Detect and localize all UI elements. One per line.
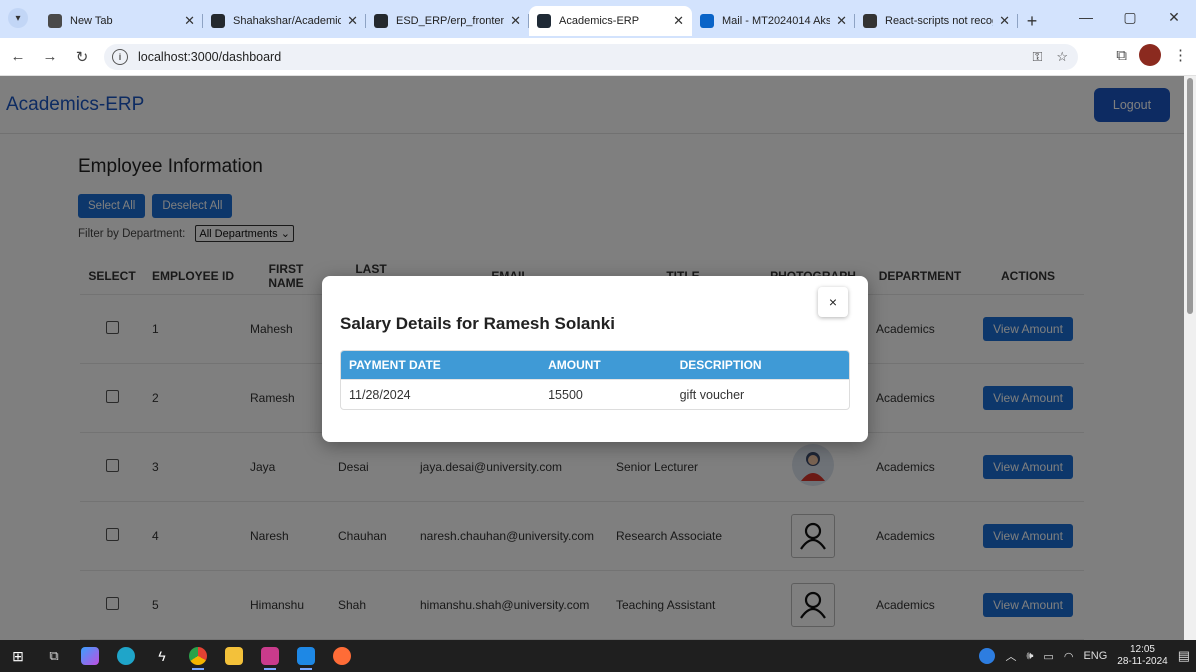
tab-close-icon[interactable]: ✕ — [999, 13, 1010, 29]
copilot-icon[interactable] — [72, 640, 108, 672]
battery-icon[interactable]: ▭ — [1043, 650, 1053, 663]
tray-chevron-icon[interactable]: ︿ — [1005, 648, 1016, 664]
language-indicator[interactable]: ENG — [1083, 650, 1107, 662]
amount-cell: 15500 — [540, 379, 672, 409]
tab-title: Mail - MT2024014 Aksh — [722, 15, 831, 27]
volume-icon[interactable]: 🕪 — [1026, 650, 1033, 663]
tab-close-icon[interactable]: ✕ — [673, 13, 684, 29]
tab-title: Academics-ERP — [559, 15, 640, 27]
browser-tab[interactable]: React-scripts not recogn ✕ — [855, 6, 1018, 36]
chrome-icon — [48, 14, 62, 28]
back-icon[interactable]: ← — [4, 43, 32, 71]
tab-title: React-scripts not recogn — [885, 15, 994, 27]
postman-icon[interactable] — [324, 640, 360, 672]
vscode-icon[interactable] — [288, 640, 324, 672]
salary-column-header: PAYMENT DATE — [341, 351, 541, 379]
tab-title: ESD_ERP/erp_frontend/s — [396, 15, 505, 27]
description-cell: gift voucher — [671, 379, 849, 409]
extensions-icon[interactable]: ⧉ — [1116, 47, 1127, 64]
help-icon[interactable] — [979, 648, 996, 664]
intellij-icon[interactable] — [252, 640, 288, 672]
modal-close-button[interactable]: × — [818, 287, 848, 317]
salary-table: PAYMENT DATE AMOUNT DESCRIPTION 11/28/2024… — [340, 350, 850, 410]
clock[interactable]: 12:05 28-11-2024 — [1117, 644, 1167, 668]
windows-start-icon[interactable]: ⊞ — [0, 640, 36, 672]
system-tray: ︿ 🕪 ▭ ◠ ENG 12:05 28-11-2024 ▤ — [979, 640, 1190, 672]
key-icon[interactable]: ⚿ — [1032, 49, 1042, 65]
openai-icon — [863, 14, 877, 28]
edge-icon[interactable] — [108, 640, 144, 672]
clock-time: 12:05 — [1129, 644, 1155, 655]
close-window-icon[interactable]: ✕ — [1152, 0, 1196, 34]
browser-toolbar: ← → ↻ i localhost:3000/dashboard ⚿ ☆ ⧉ ⋮ — [0, 38, 1196, 76]
file-explorer-icon[interactable] — [216, 640, 252, 672]
reload-icon[interactable]: ↻ — [68, 43, 96, 71]
site-info-icon[interactable]: i — [112, 49, 128, 65]
salary-row: 11/28/2024 15500 gift voucher — [341, 379, 849, 409]
browser-tab[interactable]: Academics-ERP ✕ — [529, 6, 692, 36]
outlook-icon — [700, 14, 714, 28]
menu-kebab-icon[interactable]: ⋮ — [1173, 46, 1188, 64]
salary-modal: × Salary Details for Ramesh Solanki PAYM… — [322, 276, 868, 442]
url-text: localhost:3000/dashboard — [138, 50, 282, 64]
salary-column-header: DESCRIPTION — [671, 351, 849, 379]
tab-title: Shahakshar/Academics- — [233, 15, 342, 27]
payment-date-cell: 11/28/2024 — [341, 379, 541, 409]
scrollbar-thumb[interactable] — [1187, 78, 1193, 314]
browser-tab[interactable]: ESD_ERP/erp_frontend/s ✕ — [366, 6, 529, 36]
new-tab-button[interactable]: + — [1018, 6, 1046, 36]
react-icon — [537, 14, 551, 28]
tab-close-icon[interactable]: ✕ — [836, 13, 847, 29]
windows-taskbar: ⊞ ⧉ ϟ ︿ 🕪 ▭ ◠ ENG 12:05 28-11-2024 ▤ — [0, 640, 1196, 672]
salary-column-header: AMOUNT — [540, 351, 672, 379]
bookmark-star-icon[interactable]: ☆ — [1056, 49, 1068, 65]
browser-tab[interactable]: Shahakshar/Academics- ✕ — [203, 6, 366, 36]
clock-date: 28-11-2024 — [1117, 656, 1168, 667]
task-view-icon[interactable]: ⧉ — [36, 640, 72, 672]
address-bar[interactable]: i localhost:3000/dashboard ⚿ ☆ — [104, 44, 1078, 70]
tab-separator — [1017, 14, 1018, 28]
github-icon — [211, 14, 225, 28]
profile-avatar[interactable] — [1139, 44, 1161, 66]
browser-tabstrip: ▾ New Tab ✕ Shahakshar/Academics- ✕ ESD_ERP/… — [0, 0, 1196, 38]
tab-search-icon[interactable]: ▾ — [8, 8, 28, 28]
tab-close-icon[interactable]: ✕ — [184, 13, 195, 29]
chrome-taskbar-icon[interactable] — [180, 640, 216, 672]
browser-tab[interactable]: New Tab ✕ — [40, 6, 203, 36]
page-scrollbar[interactable] — [1184, 76, 1196, 640]
window-controls: — ▢ ✕ — [1064, 0, 1196, 34]
tab-list: New Tab ✕ Shahakshar/Academics- ✕ ESD_ERP/er… — [40, 6, 1046, 38]
tab-close-icon[interactable]: ✕ — [510, 13, 521, 29]
tab-close-icon[interactable]: ✕ — [347, 13, 358, 29]
minimize-icon[interactable]: — — [1064, 0, 1108, 34]
tab-title: New Tab — [70, 15, 113, 27]
wifi-icon[interactable]: ◠ — [1064, 650, 1074, 663]
maximize-icon[interactable]: ▢ — [1108, 0, 1152, 34]
modal-title: Salary Details for Ramesh Solanki — [340, 314, 615, 333]
browser-tab[interactable]: Mail - MT2024014 Aksh ✕ — [692, 6, 855, 36]
notifications-icon[interactable]: ▤ — [1178, 648, 1190, 664]
salary-header-row: PAYMENT DATE AMOUNT DESCRIPTION — [341, 351, 849, 379]
github-icon — [374, 14, 388, 28]
bolt-app-icon[interactable]: ϟ — [144, 640, 180, 672]
forward-icon[interactable]: → — [36, 43, 64, 71]
